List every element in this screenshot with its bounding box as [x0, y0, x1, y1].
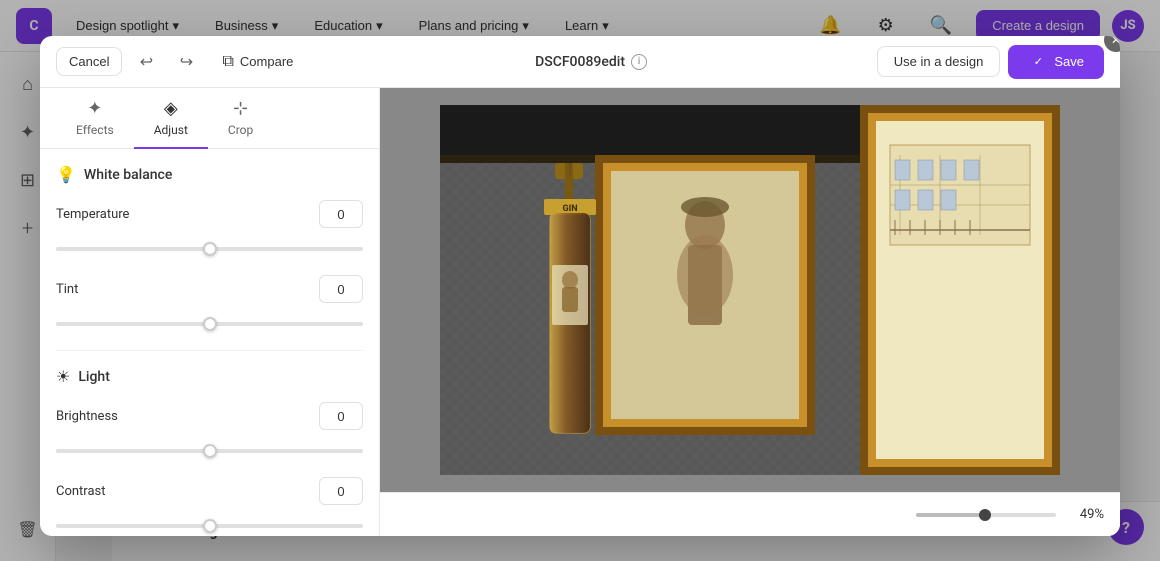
brightness-group: Brightness: [56, 402, 363, 457]
zoom-fill: [916, 513, 985, 517]
adjust-panel: 💡 White balance Temperature Tint: [40, 149, 379, 536]
brightness-row: Brightness: [56, 402, 363, 430]
left-panel: ✦ Effects ◈ Adjust ⊹ Crop 💡 White balanc…: [40, 88, 380, 536]
crop-icon: ⊹: [233, 98, 248, 119]
zoom-track-container: [916, 513, 1056, 517]
image-area: GIN: [380, 88, 1120, 536]
tab-effects[interactable]: ✦ Effects: [56, 88, 134, 149]
brightness-label: Brightness: [56, 409, 118, 424]
temperature-label: Temperature: [56, 207, 129, 222]
contrast-group: Contrast: [56, 477, 363, 532]
tab-crop[interactable]: ⊹ Crop: [208, 88, 273, 149]
zoom-value: 49%: [1068, 507, 1104, 522]
effects-icon: ✦: [87, 98, 102, 119]
temperature-row: Temperature: [56, 200, 363, 228]
light-header: ☀ Light: [56, 367, 363, 386]
image-editor-modal: ✕ Cancel ↩ ↪ ⧉ Compare DSCF0089edit i Us…: [40, 36, 1120, 536]
info-icon[interactable]: i: [631, 54, 647, 70]
contrast-row: Contrast: [56, 477, 363, 505]
tint-row: Tint: [56, 275, 363, 303]
modal-body: ✦ Effects ◈ Adjust ⊹ Crop 💡 White balanc…: [40, 88, 1120, 536]
use-in-design-button[interactable]: Use in a design: [877, 46, 1001, 77]
tint-value-input[interactable]: [319, 275, 363, 303]
brightness-slider[interactable]: [56, 449, 363, 453]
undo-button[interactable]: ↩: [130, 46, 162, 78]
undo-icon: ↩: [140, 52, 153, 72]
image-container: GIN: [380, 88, 1120, 492]
tab-bar: ✦ Effects ◈ Adjust ⊹ Crop: [40, 88, 379, 149]
tint-group: Tint: [56, 275, 363, 330]
contrast-label: Contrast: [56, 484, 106, 499]
white-balance-icon: 💡: [56, 165, 76, 184]
tab-adjust[interactable]: ◈ Adjust: [134, 88, 208, 149]
redo-icon: ↪: [180, 52, 193, 72]
photo-display: GIN: [440, 105, 1060, 475]
light-icon: ☀: [56, 367, 70, 386]
save-button[interactable]: ✓ Save: [1008, 45, 1104, 79]
brightness-value-input[interactable]: [319, 402, 363, 430]
contrast-slider[interactable]: [56, 524, 363, 528]
image-bottom-bar: 49%: [380, 492, 1120, 536]
adjust-icon: ◈: [164, 98, 178, 119]
cancel-button[interactable]: Cancel: [56, 47, 122, 76]
temperature-value-input[interactable]: [319, 200, 363, 228]
compare-icon: ⧉: [222, 53, 233, 71]
redo-button[interactable]: ↪: [170, 46, 202, 78]
zoom-thumb[interactable]: [979, 509, 991, 521]
temperature-slider[interactable]: [56, 247, 363, 251]
tint-label: Tint: [56, 282, 78, 297]
modal-title: DSCF0089edit i: [313, 54, 868, 70]
contrast-value-input[interactable]: [319, 477, 363, 505]
check-icon: ✓: [1028, 52, 1048, 72]
temperature-group: Temperature: [56, 200, 363, 255]
modal-header: Cancel ↩ ↪ ⧉ Compare DSCF0089edit i Use …: [40, 36, 1120, 88]
compare-button[interactable]: ⧉ Compare: [210, 47, 305, 77]
white-balance-header: 💡 White balance: [56, 165, 363, 184]
tint-slider[interactable]: [56, 322, 363, 326]
divider-1: [56, 350, 363, 351]
